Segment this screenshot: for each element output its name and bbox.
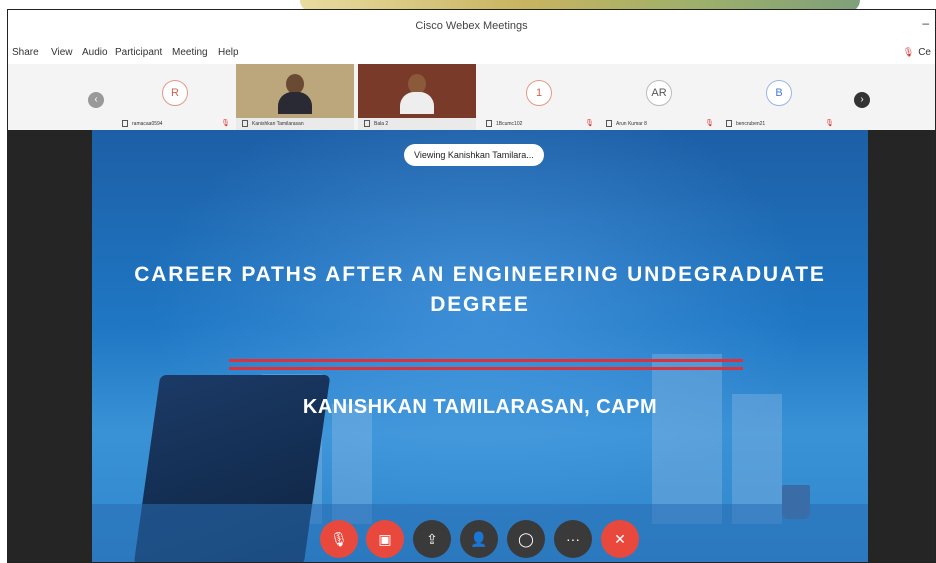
participant-video-tile[interactable]: Kanishkan Tamilarasan: [236, 64, 354, 130]
device-icon: [726, 120, 732, 128]
participant-strip: ‹ R ramacaa0594 🎙 Kanishkan Tamilarasan …: [8, 64, 935, 130]
webex-window: Cisco Webex Meetings – Share View Audio …: [7, 9, 936, 563]
menu-view[interactable]: View: [51, 47, 73, 58]
participant-video-tile[interactable]: Bala 2: [358, 64, 476, 130]
participant-name: Bala 2: [374, 121, 389, 127]
menu-share[interactable]: Share: [12, 47, 39, 58]
coffee-cup-graphic: [782, 485, 810, 519]
strip-prev-button[interactable]: ‹: [88, 92, 104, 108]
slide-title-line-2: DEGREE: [430, 293, 530, 316]
title-bar: Cisco Webex Meetings –: [8, 10, 935, 44]
viewing-indicator: Viewing Kanishkan Tamilara...: [404, 144, 544, 166]
participant-name: bencruben21: [736, 121, 766, 127]
active-speaker-icon: [242, 120, 248, 128]
mic-muted-icon: 🎙: [221, 120, 230, 127]
slide-title: CAREER PATHS AFTER AN ENGINEERING UNDEGR…: [92, 260, 868, 320]
avatar: 1: [526, 80, 552, 106]
ellipsis-icon: ···: [566, 531, 580, 547]
minimize-button[interactable]: –: [922, 16, 929, 30]
avatar: R: [162, 80, 188, 106]
menu-help[interactable]: Help: [218, 47, 239, 58]
microphone-icon: 🎙: [330, 531, 348, 547]
device-icon: [486, 120, 492, 128]
slide-title-line-1: CAREER PATHS AFTER AN ENGINEERING UNDEGR…: [134, 263, 826, 286]
more-options-button[interactable]: ···: [554, 520, 592, 558]
share-icon: ⇪: [426, 531, 438, 547]
mute-button[interactable]: 🎙: [320, 520, 358, 558]
participant-tile[interactable]: B bencruben21 🎙: [720, 64, 838, 130]
share-button[interactable]: ⇪: [413, 520, 451, 558]
device-icon: [122, 120, 128, 128]
mic-muted-icon: 🎙: [825, 120, 834, 127]
speaker-icon: [364, 120, 370, 128]
participant-name: 1Bcumc102: [496, 121, 523, 127]
presenter-name: KANISHKAN TAMILARASAN, CAPM: [302, 396, 658, 418]
participant-name-bar: Kanishkan Tamilarasan: [236, 118, 354, 130]
participant-tile[interactable]: R ramacaa0594 🎙: [116, 64, 234, 130]
close-icon: ✕: [614, 531, 626, 547]
mic-muted-icon: 🎙: [585, 120, 594, 127]
participant-name-bar: bencruben21 🎙: [720, 118, 838, 130]
avatar: AR: [646, 80, 672, 106]
chat-button[interactable]: ◯: [507, 520, 545, 558]
current-user-indicator[interactable]: 🎙 Ce: [903, 47, 931, 58]
person-icon: 👤: [470, 531, 488, 547]
device-icon: [606, 120, 612, 128]
shared-content-area: CAREER PATHS AFTER AN ENGINEERING UNDEGR…: [8, 130, 935, 562]
avatar: B: [766, 80, 792, 106]
participant-name: Arun Kumar 8: [616, 121, 647, 127]
participant-video: [400, 72, 434, 114]
end-call-button[interactable]: ✕: [601, 520, 639, 558]
participant-video: [278, 72, 312, 114]
participant-name-bar: 1Bcumc102 🎙: [480, 118, 598, 130]
divider-line: [229, 367, 743, 370]
city-skyline-graphic: [652, 354, 722, 524]
strip-next-button[interactable]: ›: [854, 92, 870, 108]
participants-button[interactable]: 👤: [460, 520, 498, 558]
participant-name: ramacaa0594: [132, 121, 163, 127]
window-title: Cisco Webex Meetings: [415, 20, 528, 32]
participant-tile[interactable]: AR Arun Kumar 8 🎙: [600, 64, 718, 130]
participant-tile[interactable]: 1 1Bcumc102 🎙: [480, 64, 598, 130]
mic-muted-icon: 🎙: [705, 120, 714, 127]
menu-participant[interactable]: Participant: [115, 47, 162, 58]
menu-bar: Share View Audio Participant Meeting Hel…: [8, 44, 935, 64]
video-button[interactable]: ▣: [366, 520, 404, 558]
participant-name-bar: Arun Kumar 8 🎙: [600, 118, 718, 130]
menu-audio[interactable]: Audio: [82, 47, 108, 58]
participant-name: Kanishkan Tamilarasan: [252, 121, 304, 127]
chat-bubble-icon: ◯: [518, 531, 534, 547]
participant-name-bar: Bala 2: [358, 118, 476, 130]
video-camera-icon: ▣: [378, 531, 392, 547]
mic-muted-icon: 🎙: [902, 47, 915, 57]
divider-line: [229, 359, 743, 362]
menu-meeting[interactable]: Meeting: [172, 47, 208, 58]
participant-name-bar: ramacaa0594 🎙: [116, 118, 234, 130]
presentation-slide: CAREER PATHS AFTER AN ENGINEERING UNDEGR…: [92, 130, 868, 562]
